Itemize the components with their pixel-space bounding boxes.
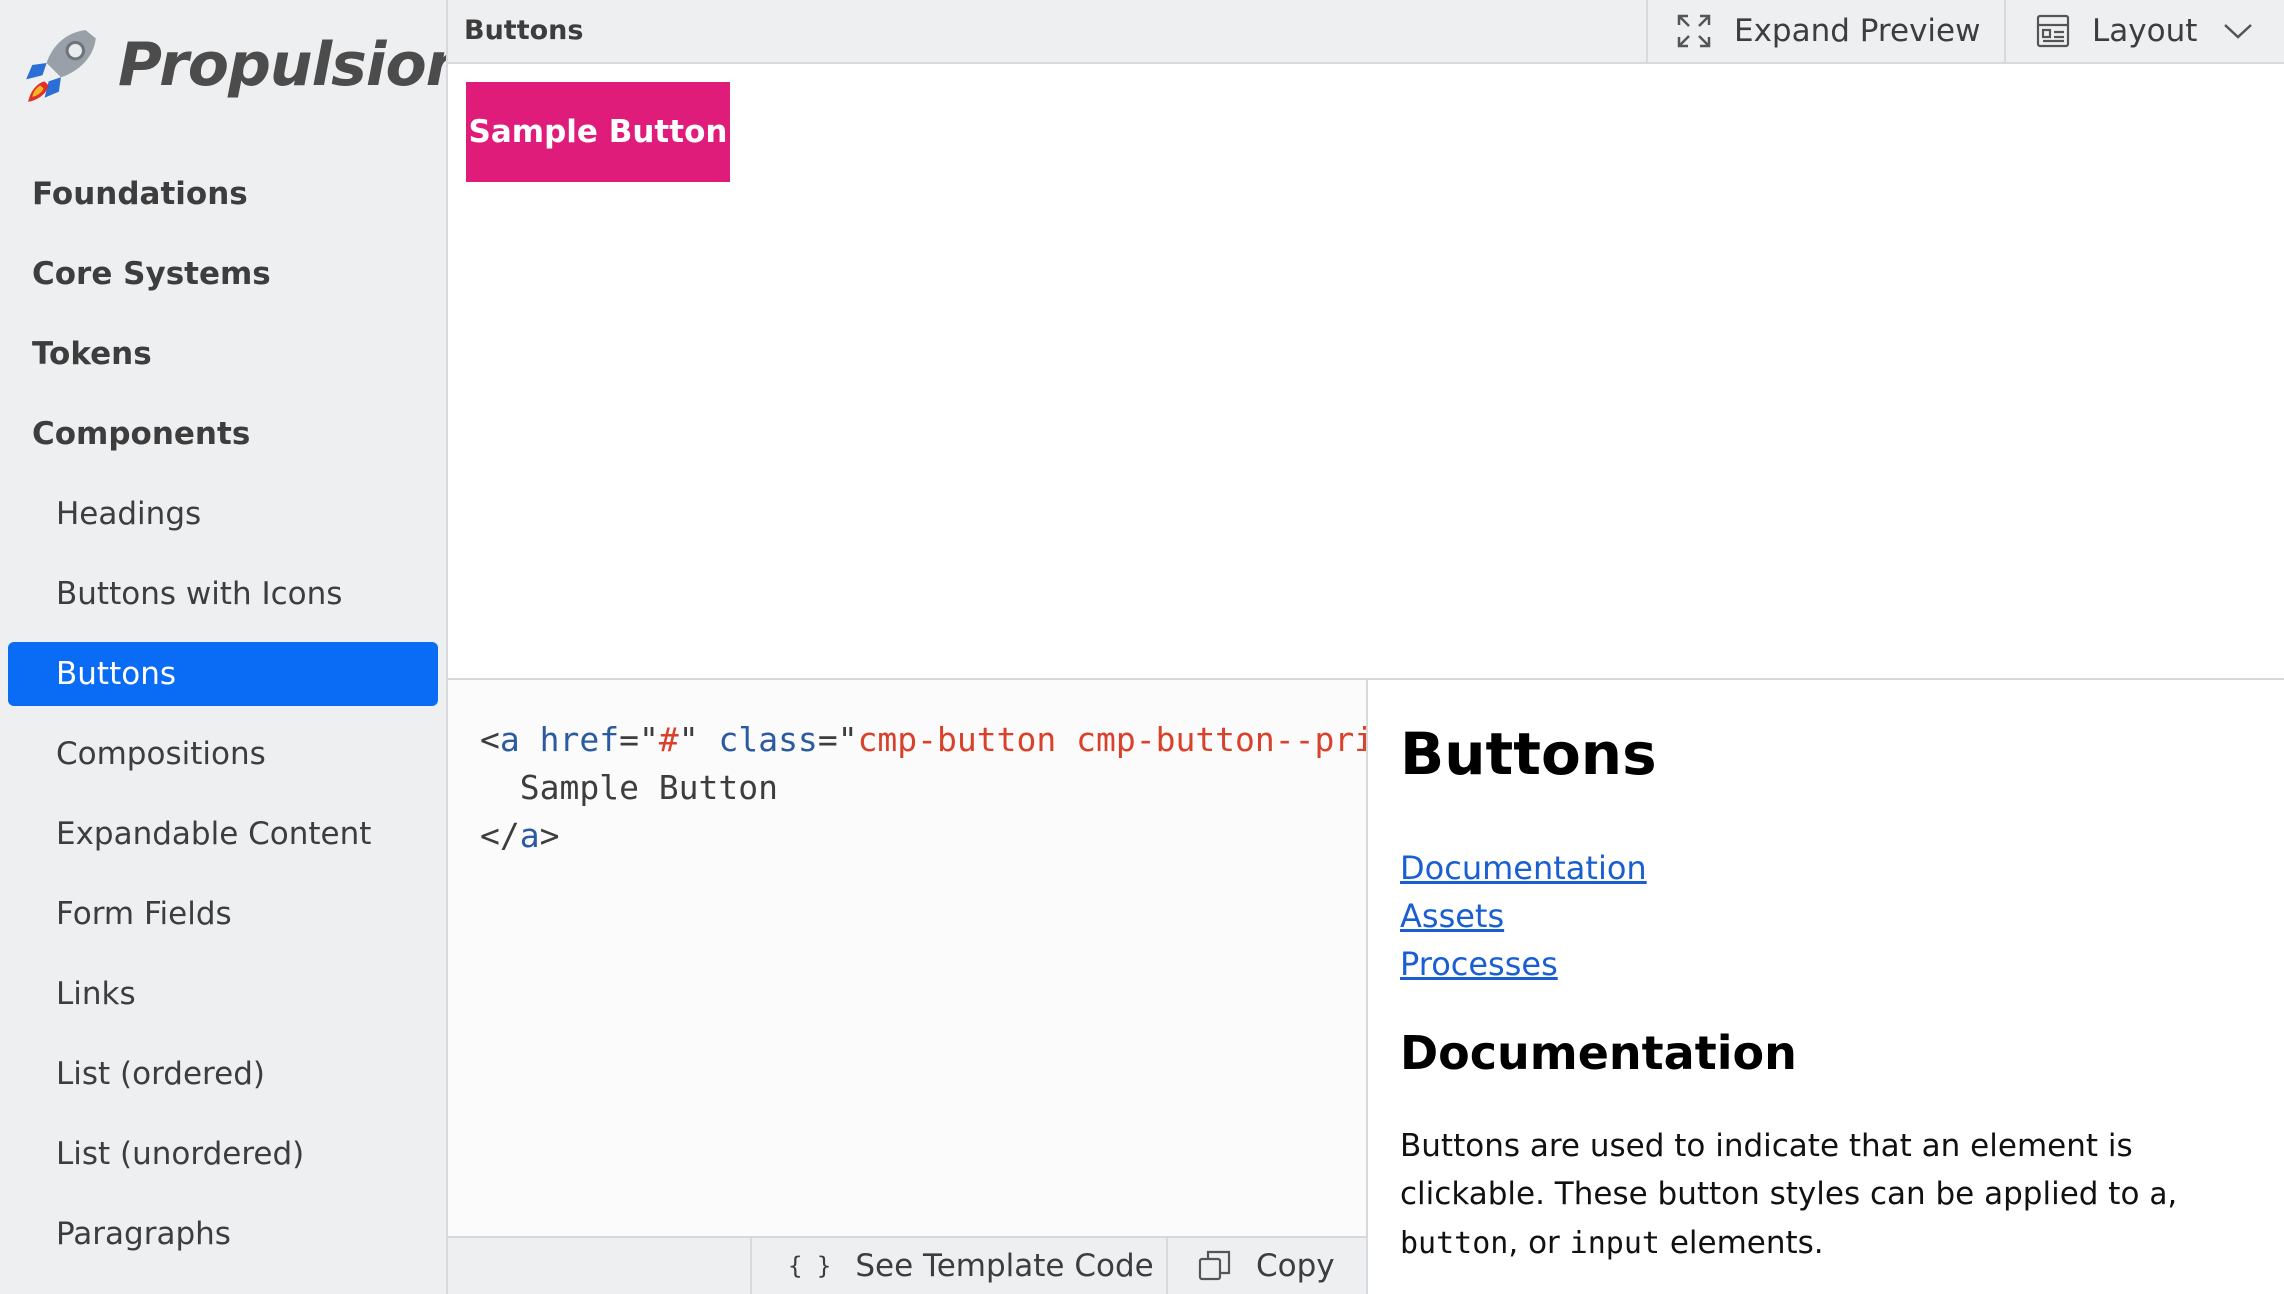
sidebar-item-paragraphs[interactable]: Paragraphs (0, 1194, 446, 1274)
para-text: elements. (1659, 1225, 1824, 1261)
inline-code: button (1400, 1226, 1509, 1261)
docs-section-heading: Documentation (1400, 1026, 1797, 1080)
sidebar-item-foundations[interactable]: Foundations (0, 154, 446, 234)
copy-label: Copy (1256, 1248, 1335, 1284)
copy-button[interactable]: Copy (1166, 1238, 1366, 1294)
copy-icon (1198, 1250, 1231, 1281)
sample-button[interactable]: Sample Button (466, 82, 730, 182)
sidebar-item-list-ordered[interactable]: List (ordered) (0, 1034, 446, 1114)
inline-code: a (2149, 1177, 2168, 1212)
link-documentation[interactable]: Documentation (1400, 844, 1647, 892)
code-token: > (539, 816, 560, 855)
expand-preview-label: Expand Preview (1734, 13, 1981, 49)
docs-links: Documentation Assets Processes (1400, 844, 1647, 988)
sidebar-item-headings[interactable]: Headings (0, 474, 446, 554)
docs-title: Buttons (1400, 720, 1657, 788)
code-token: < (480, 720, 500, 759)
para-text: , or (1508, 1225, 1570, 1261)
code-block: <a href="#" class="cmp-button cmp-button… (480, 716, 1368, 860)
layout-dropdown[interactable]: Layout (2004, 0, 2284, 62)
sidebar-item-core-systems[interactable]: Core Systems (0, 234, 446, 314)
sidebar-item-buttons-with-icons[interactable]: Buttons with Icons (0, 554, 446, 634)
sidebar-item-form-fields[interactable]: Form Fields (0, 874, 446, 954)
layout-label: Layout (2092, 13, 2198, 49)
preview-pane: Sample Button (448, 64, 2284, 680)
code-token: " (638, 720, 659, 759)
inline-code: input (1569, 1226, 1660, 1261)
sidebar-item-expandable-content[interactable]: Expandable Content (0, 794, 446, 874)
sidebar: Propulsion Foundations Core Systems Toke… (0, 0, 448, 1294)
code-token: href (519, 720, 620, 759)
chevron-down-icon (2224, 24, 2253, 39)
code-token: = (817, 720, 838, 759)
docs-paragraph: Buttons are used to indicate that an ele… (1400, 1122, 2260, 1268)
see-template-code-button[interactable]: { } See Template Code (750, 1238, 1166, 1294)
code-footer: { } See Template Code Copy (448, 1236, 1368, 1294)
sidebar-item-buttons[interactable]: Buttons (8, 642, 438, 706)
see-template-code-label: See Template Code (855, 1248, 1154, 1284)
para-text: , (2167, 1176, 2178, 1212)
expand-icon (1677, 14, 1711, 48)
sidebar-item-list-unordered[interactable]: List (unordered) (0, 1114, 446, 1194)
para-text: Buttons are used to indicate that an ele… (1400, 1128, 2150, 1212)
link-processes[interactable]: Processes (1400, 940, 1647, 988)
brand-name: Propulsion (118, 30, 448, 100)
code-token: # (658, 720, 679, 759)
layout-icon (2036, 14, 2070, 48)
code-token: a (519, 816, 540, 855)
sidebar-item-tokens[interactable]: Tokens (0, 314, 446, 394)
braces-icon: { } (788, 1252, 832, 1280)
code-line: Sample Button (480, 768, 779, 807)
code-panel: <a href="#" class="cmp-button cmp-button… (448, 680, 1368, 1236)
page-title: Buttons (464, 15, 584, 46)
code-token: class (698, 720, 818, 759)
docs-panel: Buttons Documentation Assets Processes D… (1368, 680, 2284, 1294)
rocket-icon (26, 30, 96, 102)
code-token: " (678, 720, 699, 759)
sidebar-nav: Foundations Core Systems Tokens Componen… (0, 154, 446, 1274)
sidebar-item-compositions[interactable]: Compositions (0, 714, 446, 794)
brand-logo[interactable]: Propulsion (22, 20, 448, 110)
link-assets[interactable]: Assets (1400, 892, 1647, 940)
sidebar-item-components[interactable]: Components (0, 394, 446, 474)
sidebar-item-links[interactable]: Links (0, 954, 446, 1034)
code-token: a (499, 720, 520, 759)
code-token: </ (480, 816, 520, 855)
expand-preview-button[interactable]: Expand Preview (1646, 0, 2004, 62)
code-token: cmp-button cmp-button--prim (857, 720, 1368, 759)
code-token: = (619, 720, 639, 759)
code-token: " (837, 720, 858, 759)
toolbar: Buttons Expand Preview Layout (448, 0, 2284, 64)
